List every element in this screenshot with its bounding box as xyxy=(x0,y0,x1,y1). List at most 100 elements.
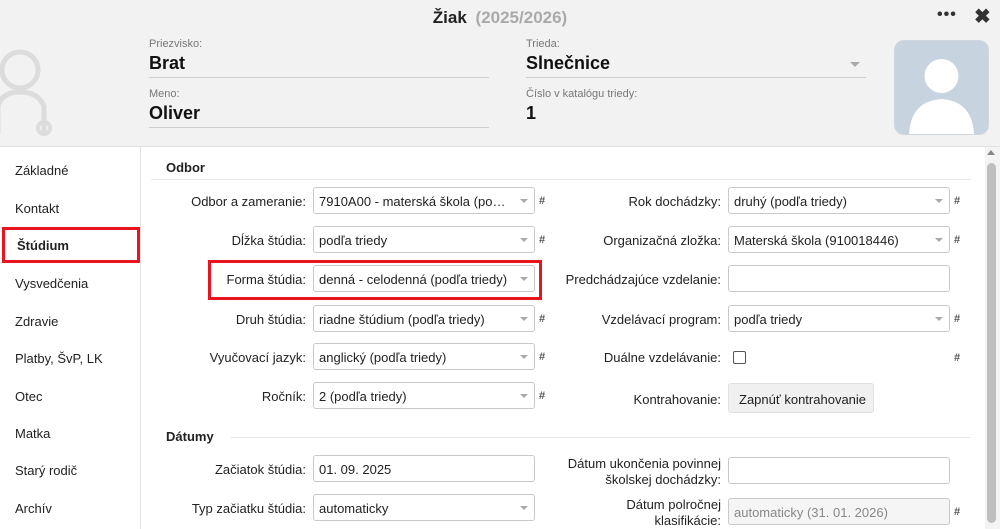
rocnik-select[interactable]: 2 (podľa triedy) xyxy=(313,382,535,409)
sidebar-item-archiv[interactable]: Archív xyxy=(0,489,140,525)
catalog-number-field: Číslo v katalógu triedy: 1 xyxy=(526,88,866,127)
program-value: podľa triedy xyxy=(734,312,803,327)
polrocnej-value: automaticky (31. 01. 2026) xyxy=(734,505,888,520)
typ-select[interactable]: automaticky xyxy=(313,494,535,521)
sidebar-item-label: Základné xyxy=(15,163,69,178)
rocnik-value: 2 (podľa triedy) xyxy=(319,389,407,404)
polrocnej-label-line-2: klasifikácie: xyxy=(654,513,721,528)
polrocnej-label-line-1: Dátum polročnej xyxy=(626,497,721,512)
student-avatar-icon xyxy=(0,49,52,136)
first-name-value[interactable]: Oliver xyxy=(149,103,489,128)
dlzka-value: podľa triedy xyxy=(319,233,388,248)
typ-label: Typ začiatku štúdia: xyxy=(191,501,306,516)
surname-value[interactable]: Brat xyxy=(149,53,489,78)
sidebar-item-platby[interactable]: Platby, ŠvP, LK xyxy=(0,339,140,375)
sidebar-item-label: Štúdium xyxy=(17,238,69,253)
first-name-label: Meno: xyxy=(149,88,180,100)
window-title: Žiak (2025/2026) xyxy=(0,8,1000,28)
druh-label: Druh štúdia: xyxy=(235,312,306,327)
predch-input[interactable] xyxy=(728,265,950,292)
ukoncenie-label: Dátum ukončenia povinnej školskej dochád… xyxy=(531,456,721,488)
sidebar-item-label: Zdravie xyxy=(15,314,59,329)
class-value[interactable]: Slnečnice xyxy=(526,53,866,78)
section-title-odbor: Odbor xyxy=(166,160,205,175)
zlozka-value: Materská škola (910018446) xyxy=(734,233,899,248)
polrocnej-label: Dátum polročnej klasifikácie: xyxy=(531,497,721,529)
sidebar-item-label: Platby, ŠvP, LK xyxy=(15,351,103,366)
dlzka-select[interactable]: podľa triedy xyxy=(313,226,535,253)
sidebar-item-otec[interactable]: Otec xyxy=(0,377,140,413)
chevron-down-icon xyxy=(520,506,528,510)
sidebar-item-stary-rodic[interactable]: Starý rodič xyxy=(0,451,140,487)
zlozka-select[interactable]: Materská škola (910018446) xyxy=(728,226,950,253)
polrocnej-input[interactable]: automaticky (31. 01. 2026) xyxy=(728,498,950,525)
druh-value: riadne štúdium (podľa triedy) xyxy=(319,312,485,327)
enable-contracting-button-label: Zapnúť kontrahovanie xyxy=(739,392,867,407)
section-divider xyxy=(231,437,971,438)
jazyk-select[interactable]: anglický (podľa triedy) xyxy=(313,343,535,370)
chevron-down-icon xyxy=(935,199,943,203)
sidebar-item-label: Archív xyxy=(15,501,52,516)
title-bar: Žiak (2025/2026) ••• ✖ xyxy=(0,0,1000,34)
section-divider xyxy=(151,179,971,180)
sidebar-nav: Základné Kontakt Štúdium Vysvedčenia Zdr… xyxy=(0,147,141,529)
jazyk-value: anglický (podľa triedy) xyxy=(319,350,447,365)
odbor-value: 7910A00 - materská škola (podľa... xyxy=(319,194,512,209)
class-dropdown-chevron-icon[interactable] xyxy=(850,62,860,67)
hash-icon[interactable]: # xyxy=(954,234,960,246)
sidebar-item-zdravie[interactable]: Zdravie xyxy=(0,302,140,338)
close-icon[interactable]: ✖ xyxy=(974,4,991,29)
window-title-text: Žiak xyxy=(432,8,467,27)
study-form: Odbor Odbor a zameranie: 7910A00 - mater… xyxy=(141,147,1000,529)
hash-icon[interactable]: # xyxy=(954,195,960,207)
ukoncenie-input[interactable] xyxy=(728,457,950,484)
zlozka-label: Organizačná zložka: xyxy=(603,233,721,248)
sidebar-item-matka[interactable]: Matka xyxy=(0,414,140,450)
forma-highlight-box xyxy=(208,260,542,300)
typ-value: automaticky xyxy=(319,501,389,516)
sidebar-item-label: Otec xyxy=(15,389,43,404)
kontr-label: Kontrahovanie: xyxy=(633,392,721,407)
scrollbar-thumb[interactable] xyxy=(987,163,996,523)
sidebar-item-label: Matka xyxy=(15,426,51,441)
chevron-down-icon xyxy=(520,238,528,242)
chevron-down-icon xyxy=(520,199,528,203)
enable-contracting-button[interactable]: Zapnúť kontrahovanie xyxy=(728,383,874,413)
student-photo[interactable] xyxy=(894,40,989,135)
rocnik-label: Ročník: xyxy=(261,389,306,404)
sidebar-item-studium[interactable]: Štúdium xyxy=(2,227,140,263)
program-select[interactable]: podľa triedy xyxy=(728,305,950,332)
zaciatok-input[interactable]: 01. 09. 2025 xyxy=(313,455,535,482)
sidebar-item-kontakt[interactable]: Kontakt xyxy=(0,189,140,225)
hash-icon[interactable]: # xyxy=(954,352,960,364)
dualne-checkbox[interactable] xyxy=(733,351,746,364)
sidebar-item-zakladne[interactable]: Základné xyxy=(0,151,140,187)
sidebar-item-label: Vysvedčenia xyxy=(15,276,89,291)
odbor-label: Odbor a zameranie: xyxy=(191,194,306,209)
odbor-select[interactable]: 7910A00 - materská škola (podľa... xyxy=(313,187,535,214)
more-options-icon[interactable]: ••• xyxy=(937,6,957,24)
dualne-label: Duálne vzdelávanie: xyxy=(603,350,721,365)
catalog-number-value[interactable]: 1 xyxy=(526,103,866,127)
rok-label: Rok dochádzky: xyxy=(628,194,722,209)
hash-icon[interactable]: # xyxy=(954,313,960,325)
chevron-down-icon xyxy=(520,317,528,321)
predch-label: Predchádzajúce vzdelanie: xyxy=(565,272,721,287)
class-field[interactable]: Trieda: Slnečnice xyxy=(526,38,866,78)
scroll-up-arrow-icon[interactable] xyxy=(987,150,995,155)
section-title-datumy: Dátumy xyxy=(166,429,214,444)
chevron-down-icon xyxy=(935,238,943,242)
ukoncenie-label-line-2: školskej dochádzky: xyxy=(605,472,721,487)
druh-select[interactable]: riadne štúdium (podľa triedy) xyxy=(313,305,535,332)
ukoncenie-label-line-1: Dátum ukončenia povinnej xyxy=(567,456,721,471)
hash-icon[interactable]: # xyxy=(954,506,960,518)
person-silhouette-icon xyxy=(909,59,974,134)
chevron-down-icon xyxy=(520,394,528,398)
sidebar-item-label: Kontakt xyxy=(15,201,60,216)
sidebar-item-vysvedcenia[interactable]: Vysvedčenia xyxy=(0,264,140,300)
dlzka-label: Dĺžka štúdia: xyxy=(231,233,306,248)
rok-select[interactable]: druhý (podľa triedy) xyxy=(728,187,950,214)
rok-value: druhý (podľa triedy) xyxy=(734,194,847,209)
jazyk-label: Vyučovací jazyk: xyxy=(209,350,306,365)
surname-field: Priezvisko: Brat xyxy=(149,38,489,78)
